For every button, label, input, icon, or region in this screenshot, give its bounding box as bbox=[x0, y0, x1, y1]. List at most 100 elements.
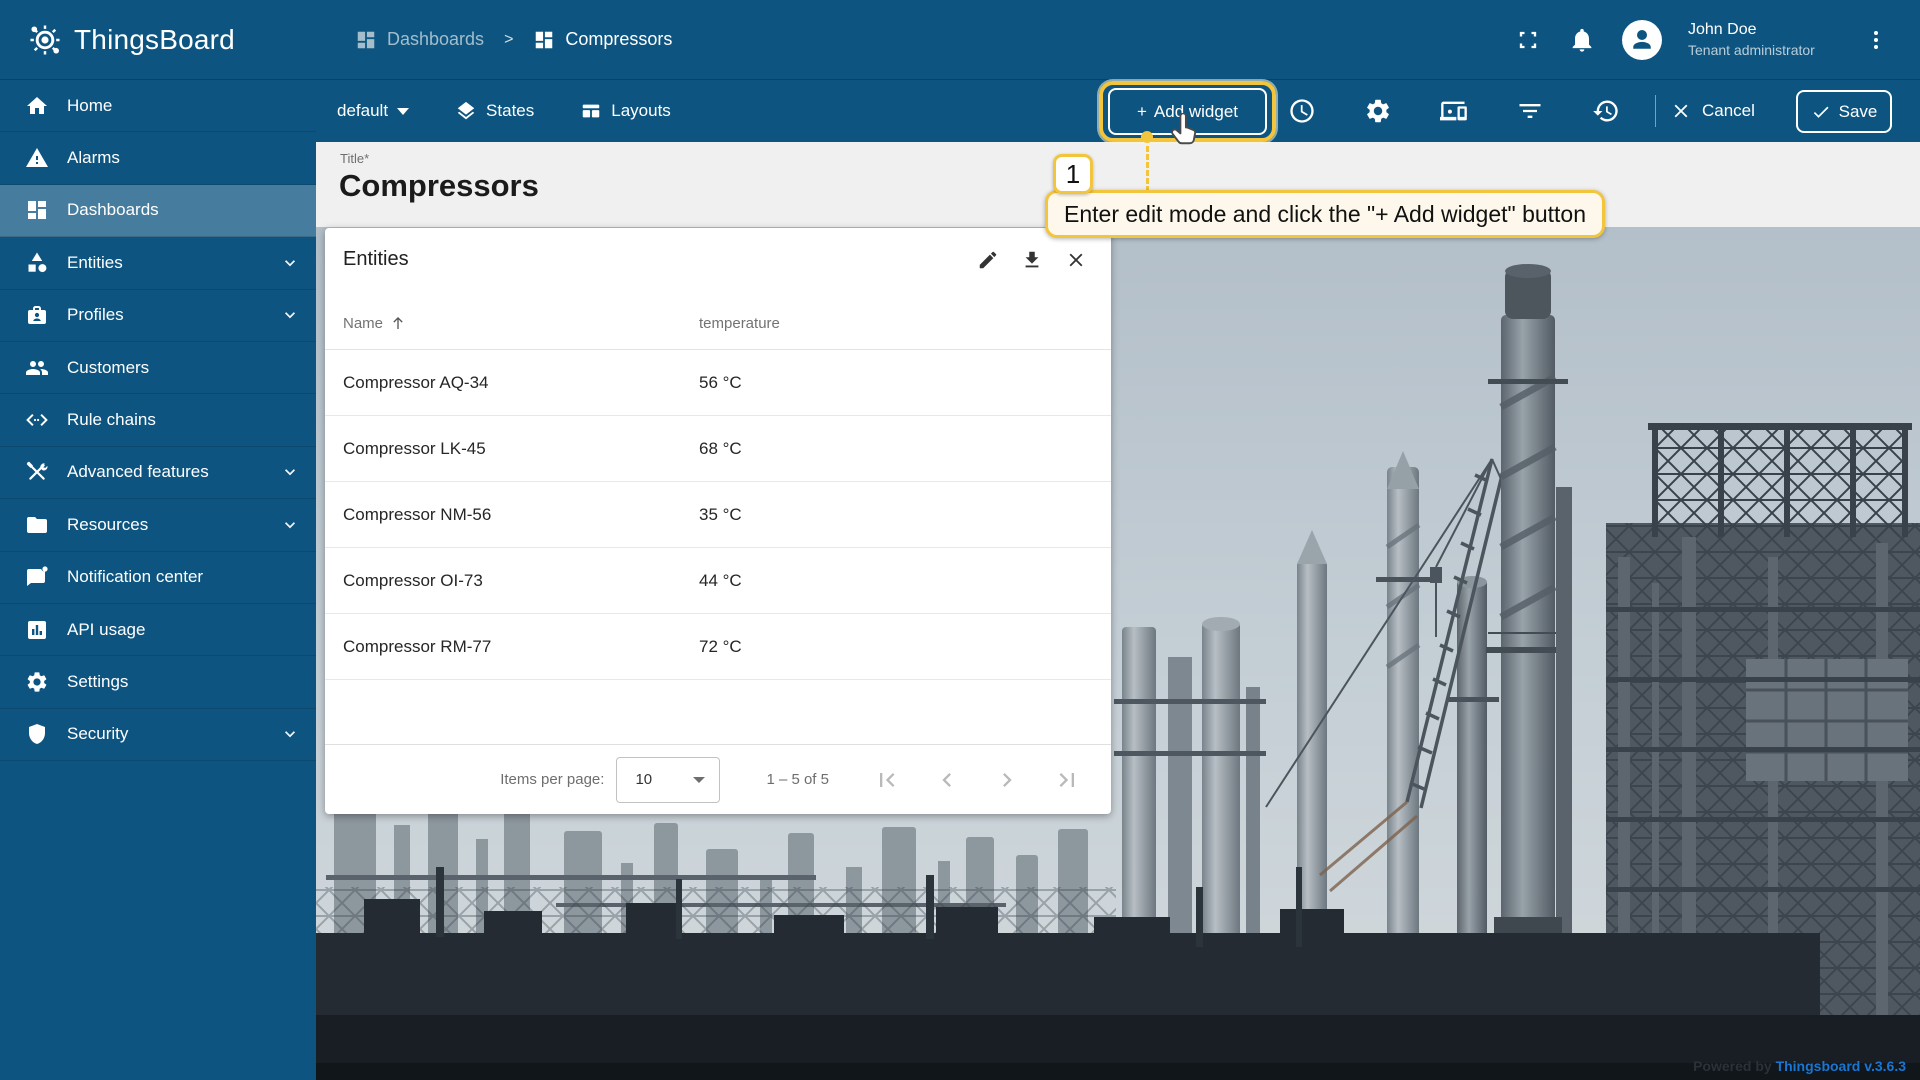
sidebar: ThingsBoard Home Alarms Dashboards Entit… bbox=[0, 0, 316, 1080]
items-per-page-select[interactable]: 10 bbox=[616, 757, 720, 803]
customers-icon bbox=[24, 355, 50, 381]
table-row[interactable]: Compressor RM-77 72 °C bbox=[325, 614, 1111, 680]
sidebar-item-profiles[interactable]: Profiles bbox=[0, 290, 316, 342]
check-icon bbox=[1811, 102, 1831, 122]
chevron-down-icon bbox=[280, 515, 300, 535]
sidebar-item-notification-center[interactable]: Notification center bbox=[0, 552, 316, 604]
home-icon bbox=[24, 93, 50, 119]
header-actions: John Doe Tenant administrator bbox=[1514, 20, 1920, 60]
table-row[interactable]: Compressor NM-56 35 °C bbox=[325, 482, 1111, 548]
user-info[interactable]: John Doe Tenant administrator bbox=[1688, 20, 1838, 59]
states-layers-icon bbox=[455, 100, 477, 122]
user-name: John Doe bbox=[1688, 20, 1838, 41]
resources-icon bbox=[24, 512, 50, 538]
sidebar-item-rule-chains[interactable]: Rule chains bbox=[0, 394, 316, 446]
time-window-clock-icon[interactable] bbox=[1288, 97, 1316, 125]
chevron-down-icon bbox=[280, 253, 300, 273]
dashboards-icon bbox=[24, 197, 50, 223]
version-footer: Powered by Thingsboard v.3.6.3 bbox=[1693, 1058, 1906, 1074]
edit-widget-pencil-icon[interactable] bbox=[977, 249, 999, 271]
dashboard-settings-gear-icon[interactable] bbox=[1364, 97, 1392, 125]
powered-by-label: Powered by bbox=[1693, 1058, 1772, 1074]
version-link[interactable]: Thingsboard v.3.6.3 bbox=[1776, 1058, 1906, 1074]
notifications-bell-icon[interactable] bbox=[1568, 26, 1596, 54]
kebab-menu-icon[interactable] bbox=[1864, 28, 1888, 52]
sidebar-item-resources[interactable]: Resources bbox=[0, 499, 316, 551]
annotation-step-badge: 1 bbox=[1053, 154, 1093, 194]
widget-title: Entities bbox=[343, 248, 409, 271]
annotation-dashed-line bbox=[1146, 146, 1149, 192]
layout-selector[interactable]: default bbox=[337, 101, 409, 121]
layouts-icon bbox=[580, 100, 602, 122]
app-logo[interactable]: ThingsBoard bbox=[0, 0, 316, 80]
plus-icon: + bbox=[1137, 102, 1147, 122]
annotation-connector-dot bbox=[1141, 131, 1153, 143]
sidebar-item-api-usage[interactable]: API usage bbox=[0, 604, 316, 656]
sidebar-item-settings[interactable]: Settings bbox=[0, 656, 316, 708]
sidebar-item-dashboards[interactable]: Dashboards bbox=[0, 185, 316, 237]
sort-ascending-arrow-icon bbox=[390, 315, 406, 331]
sidebar-item-alarms[interactable]: Alarms bbox=[0, 132, 316, 184]
breadcrumb: Dashboards > Compressors bbox=[355, 29, 672, 51]
breadcrumb-compressors[interactable]: Compressors bbox=[533, 29, 672, 51]
entities-icon bbox=[24, 250, 50, 276]
table-header-row: Name temperature bbox=[325, 297, 1111, 350]
filters-icon[interactable] bbox=[1516, 97, 1544, 125]
table-row[interactable]: Compressor AQ-34 56 °C bbox=[325, 350, 1111, 416]
alarm-icon bbox=[24, 145, 50, 171]
dropdown-caret-icon bbox=[693, 777, 705, 783]
fullscreen-icon[interactable] bbox=[1514, 26, 1542, 54]
dashboard-title-field[interactable]: Compressors bbox=[339, 168, 539, 204]
breadcrumb-separator: > bbox=[504, 31, 513, 49]
save-button[interactable]: Save bbox=[1796, 90, 1892, 133]
next-page-icon[interactable] bbox=[993, 766, 1021, 794]
annotation-tooltip: Enter edit mode and click the "+ Add wid… bbox=[1045, 190, 1605, 238]
entity-aliases-devices-icon[interactable] bbox=[1440, 97, 1468, 125]
download-widget-icon[interactable] bbox=[1021, 249, 1043, 271]
app-name: ThingsBoard bbox=[74, 24, 235, 56]
sidebar-item-entities[interactable]: Entities bbox=[0, 237, 316, 289]
rule-chains-icon bbox=[24, 407, 50, 433]
settings-gear-icon bbox=[24, 669, 50, 695]
thingsboard-logo-icon bbox=[26, 21, 64, 59]
add-widget-button[interactable]: + Add widget bbox=[1108, 88, 1267, 135]
version-history-icon[interactable] bbox=[1592, 97, 1620, 125]
cancel-button[interactable]: Cancel bbox=[1670, 80, 1755, 142]
table-row[interactable]: Compressor LK-45 68 °C bbox=[325, 416, 1111, 482]
security-shield-icon bbox=[24, 721, 50, 747]
last-page-icon[interactable] bbox=[1053, 766, 1081, 794]
dashboards-icon bbox=[355, 29, 377, 51]
table-paginator: Items per page: 10 1 – 5 of 5 bbox=[325, 744, 1111, 814]
remove-widget-close-icon[interactable] bbox=[1065, 249, 1087, 271]
items-per-page-label: Items per page: bbox=[500, 771, 604, 788]
chevron-down-icon bbox=[280, 462, 300, 482]
dashboards-icon bbox=[533, 29, 555, 51]
states-button[interactable]: States bbox=[455, 100, 534, 122]
chevron-down-icon bbox=[280, 724, 300, 744]
user-role: Tenant administrator bbox=[1688, 41, 1838, 59]
close-icon bbox=[1670, 100, 1692, 122]
advanced-features-icon bbox=[24, 459, 50, 485]
title-field-label: Title* bbox=[340, 151, 369, 166]
first-page-icon[interactable] bbox=[873, 766, 901, 794]
column-header-name[interactable]: Name bbox=[343, 315, 406, 332]
entities-widget: Entities Name temperature Compressor AQ-… bbox=[325, 228, 1111, 814]
sidebar-item-advanced-features[interactable]: Advanced features bbox=[0, 447, 316, 499]
previous-page-icon[interactable] bbox=[933, 766, 961, 794]
profiles-icon bbox=[24, 302, 50, 328]
sidebar-item-customers[interactable]: Customers bbox=[0, 342, 316, 394]
page-range-label: 1 – 5 of 5 bbox=[766, 771, 829, 788]
sidebar-item-home[interactable]: Home bbox=[0, 80, 316, 132]
toolbar-divider bbox=[1655, 95, 1656, 127]
layouts-button[interactable]: Layouts bbox=[580, 100, 671, 122]
user-avatar[interactable] bbox=[1622, 20, 1662, 60]
dropdown-caret-icon bbox=[397, 108, 409, 115]
notification-icon bbox=[24, 564, 50, 590]
top-header-bar: Dashboards > Compressors John Doe Tenant… bbox=[316, 0, 1920, 80]
breadcrumb-dashboards[interactable]: Dashboards bbox=[355, 29, 484, 51]
column-header-temperature[interactable]: temperature bbox=[699, 315, 780, 332]
sidebar-item-security[interactable]: Security bbox=[0, 709, 316, 761]
api-usage-icon bbox=[24, 617, 50, 643]
chevron-down-icon bbox=[280, 305, 300, 325]
table-row[interactable]: Compressor OI-73 44 °C bbox=[325, 548, 1111, 614]
